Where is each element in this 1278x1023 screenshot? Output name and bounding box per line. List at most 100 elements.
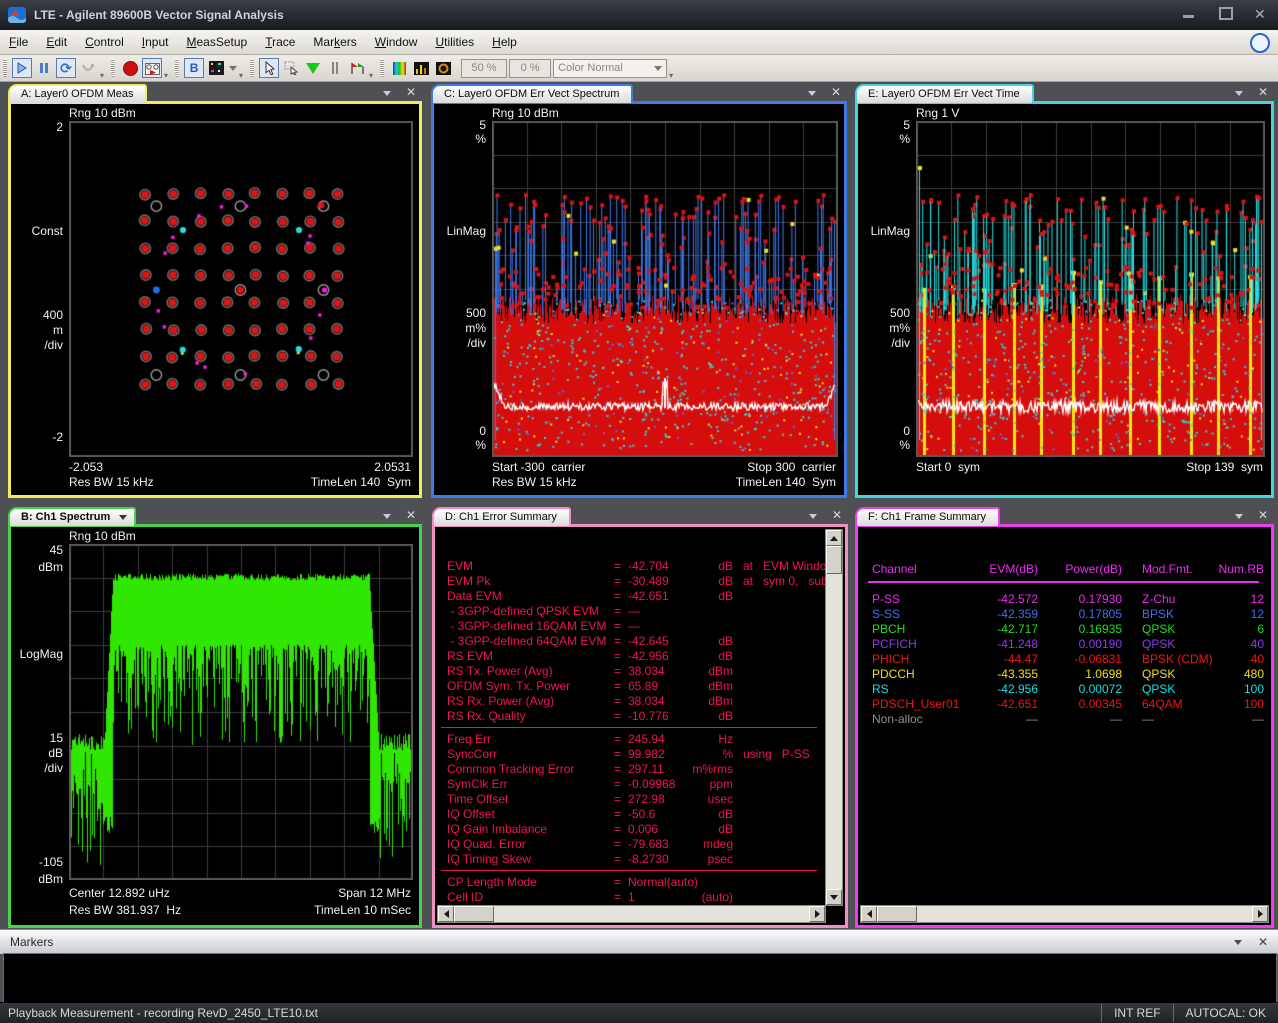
frame-summary-row[interactable]: PBCH-42.7170.16935QPSK6 xyxy=(860,622,1269,637)
toolbar-overflow-icon[interactable] xyxy=(164,71,168,80)
menu-item-utilities[interactable]: Utilities xyxy=(426,31,483,54)
toolbar-overflow-icon[interactable] xyxy=(369,71,373,80)
transparency-field[interactable]: 50 % xyxy=(461,59,507,78)
panel-e-tab[interactable]: E: Layer0 OFDM Err Vect Time xyxy=(855,84,1034,103)
trace-b-button[interactable]: B xyxy=(184,58,204,78)
menu-item-help[interactable]: Help xyxy=(483,31,526,54)
menu-item-meassetup[interactable]: MeasSetup xyxy=(177,31,256,54)
scroll-left-button[interactable] xyxy=(438,906,454,922)
single-sweep-button[interactable] xyxy=(78,58,98,78)
panel-c-body: Rng 10 dBm 5 % LinMag 500 m% /div 0 % St… xyxy=(431,101,847,498)
play-button[interactable] xyxy=(12,58,32,78)
scroll-right-button[interactable] xyxy=(1252,906,1268,922)
panel-d-close-icon[interactable] xyxy=(832,509,842,521)
zoom-select-button[interactable] xyxy=(281,58,301,78)
panel-f-close-icon[interactable] xyxy=(1258,509,1268,521)
autocal-status[interactable]: AUTOCAL: OK xyxy=(1173,1004,1278,1022)
menu-item-trace[interactable]: Trace xyxy=(256,31,304,54)
frame-summary-row[interactable]: P-SS-42.5720.17930Z-Chu12 xyxy=(860,592,1269,607)
minimize-icon[interactable] xyxy=(1182,6,1196,20)
menu-item-edit[interactable]: Edit xyxy=(37,31,76,54)
select-cursor-button[interactable] xyxy=(259,58,279,78)
panel-e-collapse-icon[interactable] xyxy=(1235,88,1244,97)
error-summary-vscrollbar[interactable] xyxy=(825,529,843,906)
toolbar-grip[interactable] xyxy=(250,59,254,77)
toolbar-overflow-icon[interactable] xyxy=(669,71,673,80)
spectrogram-ring-icon xyxy=(436,62,451,75)
markers-collapse-icon[interactable] xyxy=(1234,940,1242,945)
y-per-div: 500 xyxy=(858,306,910,320)
res-bw-label: Res BW 381.937 Hz xyxy=(69,903,181,917)
panel-a-collapse-icon[interactable] xyxy=(383,88,392,97)
record-button[interactable] xyxy=(120,58,140,78)
menu-item-control[interactable]: Control xyxy=(76,31,133,54)
panel-c-collapse-icon[interactable] xyxy=(808,88,817,97)
scroll-down-button[interactable] xyxy=(826,889,842,905)
floor-field[interactable]: 0 % xyxy=(509,59,551,78)
constellation-plot[interactable] xyxy=(69,121,413,457)
scroll-left-button[interactable] xyxy=(861,906,877,922)
panel-d-tab[interactable]: D: Ch1 Error Summary xyxy=(432,507,571,526)
colormap-button[interactable] xyxy=(389,58,409,78)
layout-dropdown-icon[interactable] xyxy=(229,66,237,71)
menu-item-input[interactable]: Input xyxy=(133,31,178,54)
range-label: Rng 10 dBm xyxy=(69,529,136,543)
toolbar-overflow-icon[interactable] xyxy=(239,71,243,80)
panel-b-tab[interactable]: B: Ch1 Spectrum xyxy=(8,507,136,526)
menu-item-markers[interactable]: Markers xyxy=(304,31,365,54)
panel-a-close-icon[interactable] xyxy=(406,86,416,98)
toolbar-grip[interactable] xyxy=(111,59,115,77)
frame-summary-row[interactable]: PDSCH_User01-42.6510.0034564QAM100 xyxy=(860,697,1269,712)
vscroll-thumb[interactable] xyxy=(826,546,842,574)
scroll-up-button[interactable] xyxy=(826,530,842,546)
frame-summary-row[interactable]: PDCCH-43.3551.0698QPSK480 xyxy=(860,667,1269,682)
err-vect-time-plot[interactable] xyxy=(916,121,1265,457)
menu-item-window[interactable]: Window xyxy=(366,31,427,54)
frame-summary-row[interactable]: PHICH-44.47-0.06831BPSK (CDM)40 xyxy=(860,652,1269,667)
panel-f-collapse-icon[interactable] xyxy=(1235,511,1244,520)
marker-button[interactable] xyxy=(303,58,323,78)
panel-b-tab-dropdown-icon[interactable] xyxy=(119,515,127,520)
color-mode-select[interactable]: Color Normal xyxy=(553,59,667,78)
err-vect-spectrum-plot[interactable] xyxy=(492,121,838,457)
frame-summary-row[interactable]: S-SS-42.3590.17805BPSK12 xyxy=(860,607,1269,622)
panel-c-tab[interactable]: C: Layer0 OFDM Err Vect Spectrum xyxy=(431,84,633,103)
markers-close-icon[interactable] xyxy=(1258,935,1268,949)
spectrogram-ring-button[interactable] xyxy=(433,58,453,78)
restart-button[interactable]: ⟳ xyxy=(56,58,76,78)
panel-e-close-icon[interactable] xyxy=(1258,86,1268,98)
header-divider xyxy=(868,581,1259,583)
panel-a-tab[interactable]: A: Layer0 OFDM Meas xyxy=(8,84,147,103)
toolbar-grip[interactable] xyxy=(175,59,179,77)
pause-button[interactable] xyxy=(34,58,54,78)
frame-summary-row[interactable]: Non-alloc———— xyxy=(860,712,1269,727)
context-help-icon[interactable] xyxy=(1250,33,1270,53)
markers-panel-header[interactable]: Markers xyxy=(0,929,1278,954)
panel-d-collapse-icon[interactable] xyxy=(809,511,818,520)
spectrogram-button[interactable] xyxy=(411,58,431,78)
reference-status[interactable]: INT REF xyxy=(1101,1004,1172,1022)
panel-c-close-icon[interactable] xyxy=(831,86,841,98)
panel-f-tab[interactable]: F: Ch1 Frame Summary xyxy=(855,507,1000,526)
toolbar-grip[interactable] xyxy=(3,59,7,77)
frame-summary-hscrollbar[interactable] xyxy=(860,905,1269,923)
spectrum-plot[interactable] xyxy=(69,544,413,880)
playback-button[interactable] xyxy=(142,58,162,78)
title-bar[interactable]: LTE - Agilent 89600B Vector Signal Analy… xyxy=(0,0,1278,30)
hscroll-thumb[interactable] xyxy=(454,906,494,922)
band-marker-button[interactable] xyxy=(325,58,345,78)
panel-b-collapse-icon[interactable] xyxy=(383,511,392,520)
error-summary-hscrollbar[interactable] xyxy=(437,905,826,923)
menu-item-file[interactable]: File xyxy=(0,31,37,54)
maximize-icon[interactable] xyxy=(1218,6,1232,20)
toolbar-overflow-icon[interactable] xyxy=(100,71,104,80)
toolbar-grip[interactable] xyxy=(380,59,384,77)
scroll-right-button[interactable] xyxy=(809,906,825,922)
close-icon[interactable] xyxy=(1254,6,1268,20)
panel-b-close-icon[interactable] xyxy=(406,509,416,521)
layout-grid-button[interactable] xyxy=(206,58,226,78)
frame-summary-row[interactable]: RS-42.9560.00072QPSK100 xyxy=(860,682,1269,697)
frame-summary-row[interactable]: PCFICH-41.2480.00190QPSK40 xyxy=(860,637,1269,652)
marker-flag-button[interactable] xyxy=(347,58,367,78)
hscroll-thumb[interactable] xyxy=(877,906,917,922)
